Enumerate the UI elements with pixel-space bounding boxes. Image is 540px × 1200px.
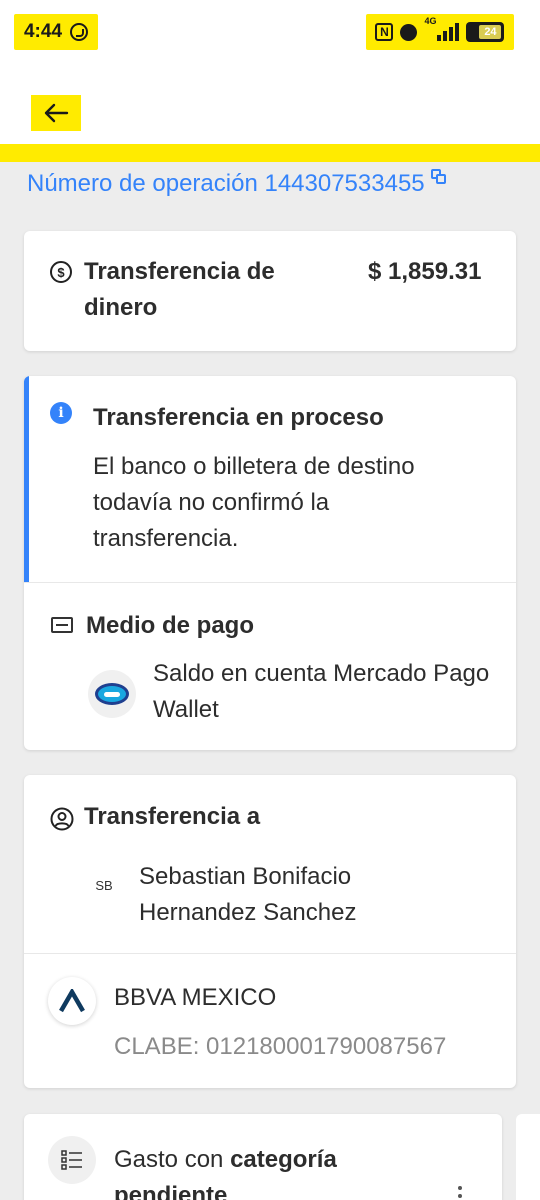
recipient-avatar: SB: [95, 877, 113, 893]
header-accent-line: [0, 144, 540, 162]
user-circle-icon: [50, 807, 74, 831]
recipient-title: Transferencia a: [84, 803, 261, 830]
category-card[interactable]: Gasto con categoría pendiente: [24, 1114, 502, 1200]
whatsapp-icon: [70, 23, 89, 41]
mercado-pago-logo: [88, 670, 136, 718]
copy-icon[interactable]: [430, 169, 447, 185]
category-text: Gasto con categoría pendiente: [114, 1142, 414, 1200]
nfc-icon: N: [375, 23, 394, 41]
clabe-number: CLABE: 012180001790087567: [114, 1033, 447, 1060]
battery-level: 24: [479, 25, 502, 39]
operation-number-label: Número de operación 144307533455: [27, 170, 425, 197]
recipient-name: Sebastian Bonifacio Hernandez Sanchez: [139, 863, 357, 926]
bank-logo-icon: [59, 989, 85, 1013]
payment-method-title: Medio de pago: [86, 612, 254, 639]
status-message: El banco o billetera de destino todavía …: [93, 453, 415, 552]
status-bar-right: N 4G 24: [366, 14, 514, 50]
divider: [24, 582, 516, 583]
operation-number[interactable]: Número de operación 144307533455: [27, 169, 447, 198]
status-bar-left: 4:44: [14, 14, 98, 50]
status-bar: 4:44 N 4G 24: [0, 0, 540, 62]
category-prefix: Gasto con: [114, 1146, 224, 1173]
arrow-left-icon: [44, 103, 69, 123]
summary-amount: $ 1,859.31: [368, 258, 482, 285]
status-accent-bar: [24, 376, 29, 582]
list-icon: [48, 1136, 96, 1184]
summary-card: $ Transferencia de dinero $ 1,859.31: [24, 231, 516, 351]
divider: [24, 953, 516, 954]
info-icon: i: [50, 402, 72, 424]
network-type: 4G: [424, 16, 437, 26]
status-title: Transferencia en proceso: [93, 404, 384, 431]
recipient-card: Transferencia a SB Sebastian Bonifacio H…: [24, 775, 516, 1088]
list-glyph: [61, 1150, 82, 1170]
summary-title: Transferencia de dinero: [84, 258, 275, 321]
alarm-icon: [400, 23, 418, 41]
signal-icon: [437, 23, 460, 41]
credit-card-icon: [51, 617, 73, 633]
payment-method-value: Saldo en cuenta Mercado Pago Wallet: [153, 660, 490, 723]
more-options-icon[interactable]: [458, 1186, 462, 1200]
battery-icon: 24: [466, 22, 505, 42]
dollar-circle-icon: $: [50, 261, 72, 283]
app-bar: [0, 62, 540, 144]
bank-name: BBVA MEXICO: [114, 984, 277, 1011]
status-card: i Transferencia en proceso El banco o bi…: [24, 376, 516, 750]
back-button[interactable]: [31, 95, 81, 131]
clock: 4:44: [23, 21, 63, 42]
bbva-logo: [48, 977, 96, 1025]
next-card-peek: [516, 1114, 540, 1200]
